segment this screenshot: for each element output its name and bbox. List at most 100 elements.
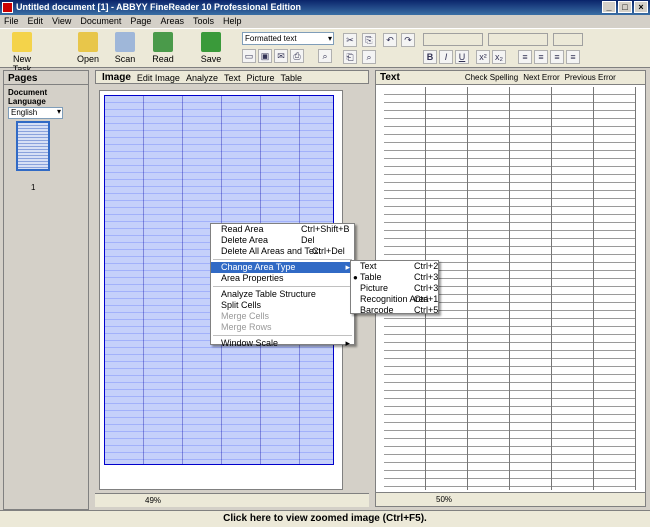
new-task-button[interactable]: New Task xyxy=(4,30,40,74)
style-select[interactable] xyxy=(423,33,483,46)
language-select[interactable]: English xyxy=(8,107,63,119)
next-error-button[interactable]: Next Error xyxy=(523,71,559,84)
minimize-button[interactable]: _ xyxy=(602,1,616,13)
font-select[interactable] xyxy=(488,33,548,46)
menu-item-shortcut: Del xyxy=(301,235,315,245)
menu-item-label: Merge Rows xyxy=(221,322,272,332)
cut-icon[interactable]: ✂ xyxy=(343,33,357,47)
text-zoom-value[interactable]: 50% xyxy=(436,495,452,504)
context-menu: Read Area Ctrl+Shift+B Delete Area Del D… xyxy=(210,223,355,348)
maximize-button[interactable]: □ xyxy=(618,1,632,13)
menu-item-shortcut: Ctrl+3 xyxy=(414,283,439,293)
image-pane-title: Image xyxy=(102,72,131,83)
menu-item-shortcut: Ctrl+5 xyxy=(414,305,439,315)
edit-image-button[interactable]: Edit Image xyxy=(137,71,180,83)
redo-icon[interactable]: ↷ xyxy=(401,33,415,47)
italic-icon[interactable]: I xyxy=(439,50,453,64)
align-right-icon[interactable]: ≡ xyxy=(550,50,564,64)
read-label: Read xyxy=(152,54,174,64)
picture-area-button[interactable]: Picture xyxy=(246,71,274,83)
copy-doc-icon[interactable]: ⎘ xyxy=(362,33,376,47)
text-zoom-bar: 50% xyxy=(376,492,645,506)
save-format-select[interactable]: Formatted text xyxy=(242,32,334,45)
delete-area-menu-item[interactable]: Delete Area Del xyxy=(211,235,354,246)
close-button[interactable]: × xyxy=(634,1,648,13)
document-language-label: Document Language xyxy=(8,88,48,106)
underline-icon[interactable]: U xyxy=(455,50,469,64)
superscript-icon[interactable]: x² xyxy=(476,50,490,64)
read-icon xyxy=(153,32,173,52)
window-scale-menu-item[interactable]: Window Scale ▸ xyxy=(211,338,354,349)
undo-icon[interactable]: ↶ xyxy=(383,33,397,47)
copy-icon[interactable]: ▭ xyxy=(242,49,256,63)
paste-icon[interactable]: ⎗ xyxy=(343,50,357,64)
subscript-icon[interactable]: x₂ xyxy=(492,50,506,64)
merge-rows-menu-item: Merge Rows xyxy=(211,322,354,333)
open-button[interactable]: Open xyxy=(70,30,106,66)
scan-label: Scan xyxy=(114,54,136,64)
menu-item-shortcut: Ctrl+Del xyxy=(312,246,345,256)
text-pane-title: Text xyxy=(380,72,400,83)
app-icon xyxy=(2,2,13,13)
merge-cells-menu-item: Merge Cells xyxy=(211,311,354,322)
menu-tools[interactable]: Tools xyxy=(193,15,214,28)
find-icon[interactable]: ⌕ xyxy=(362,50,376,64)
checked-bullet-icon: ● xyxy=(353,273,358,282)
menu-help[interactable]: Help xyxy=(223,15,242,28)
menu-item-label: Merge Cells xyxy=(221,311,270,321)
menu-edit[interactable]: Edit xyxy=(28,15,44,28)
pages-pane: Pages Document Language English 1 xyxy=(3,70,89,510)
save-mini-icon[interactable]: ▣ xyxy=(258,49,272,63)
text-type-menu-item[interactable]: Text Ctrl+2 xyxy=(351,261,438,272)
print-icon[interactable]: ⎙ xyxy=(290,49,304,63)
align-center-icon[interactable]: ≡ xyxy=(534,50,548,64)
menu-view[interactable]: View xyxy=(52,15,71,28)
change-area-type-menu-item[interactable]: Change Area Type ▸ xyxy=(211,262,354,273)
menu-item-label: Area Properties xyxy=(221,273,284,283)
menu-areas[interactable]: Areas xyxy=(160,15,184,28)
check-spelling-button[interactable]: Check Spelling xyxy=(465,71,518,84)
menu-file[interactable]: File xyxy=(4,15,19,28)
page-number: 1 xyxy=(31,183,36,192)
menu-item-label: Window Scale xyxy=(221,338,279,348)
area-properties-menu-item[interactable]: Area Properties xyxy=(211,273,354,284)
image-zoom-bar: 49% xyxy=(95,493,369,507)
align-left-icon[interactable]: ≡ xyxy=(518,50,532,64)
table-type-menu-item[interactable]: ● Table Ctrl+3 xyxy=(351,272,438,283)
previous-error-button[interactable]: Previous Error xyxy=(565,71,616,84)
delete-all-areas-menu-item[interactable]: Delete All Areas and Text Ctrl+Del xyxy=(211,246,354,257)
read-area-menu-item[interactable]: Read Area Ctrl+Shift+B xyxy=(211,224,354,235)
font-size-select[interactable] xyxy=(553,33,583,46)
save-icon xyxy=(201,32,221,52)
scan-button[interactable]: Scan xyxy=(107,30,143,66)
title-bar: Untitled document [1] - ABBYY FineReader… xyxy=(0,0,650,15)
menu-page[interactable]: Page xyxy=(130,15,151,28)
justify-icon[interactable]: ≡ xyxy=(566,50,580,64)
change-area-type-submenu: Text Ctrl+2 ● Table Ctrl+3 Picture Ctrl+… xyxy=(350,260,439,316)
menu-separator xyxy=(213,286,352,287)
table-area-button[interactable]: Table xyxy=(281,71,303,83)
menu-item-label: Split Cells xyxy=(221,300,262,310)
page-thumbnail[interactable] xyxy=(16,121,50,171)
menu-item-label: Picture xyxy=(360,283,389,293)
recognition-area-type-menu-item[interactable]: Recognition Area Ctrl+1 xyxy=(351,294,438,305)
menu-separator xyxy=(213,335,352,336)
status-bar[interactable]: Click here to view zoomed image (Ctrl+F5… xyxy=(0,510,650,527)
read-button[interactable]: Read xyxy=(145,30,181,66)
save-label: Save xyxy=(200,54,222,64)
menu-item-label: Analyze Table Structure xyxy=(221,289,316,299)
analyze-button[interactable]: Analyze xyxy=(186,71,218,83)
bold-icon[interactable]: B xyxy=(423,50,437,64)
image-toolbar: Image Edit Image Analyze Text Picture Ta… xyxy=(95,70,369,84)
email-icon[interactable]: ✉ xyxy=(274,49,288,63)
zoom-icon[interactable]: ⌕ xyxy=(318,49,332,63)
split-cells-menu-item[interactable]: Split Cells xyxy=(211,300,354,311)
analyze-table-structure-menu-item[interactable]: Analyze Table Structure xyxy=(211,289,354,300)
picture-type-menu-item[interactable]: Picture Ctrl+3 xyxy=(351,283,438,294)
text-area-button[interactable]: Text xyxy=(224,71,241,83)
save-button[interactable]: Save xyxy=(193,30,229,66)
menu-item-shortcut: Ctrl+Shift+B xyxy=(301,224,350,234)
menu-document[interactable]: Document xyxy=(80,15,121,28)
barcode-type-menu-item[interactable]: Barcode Ctrl+5 xyxy=(351,305,438,316)
image-zoom-value[interactable]: 49% xyxy=(145,496,161,505)
